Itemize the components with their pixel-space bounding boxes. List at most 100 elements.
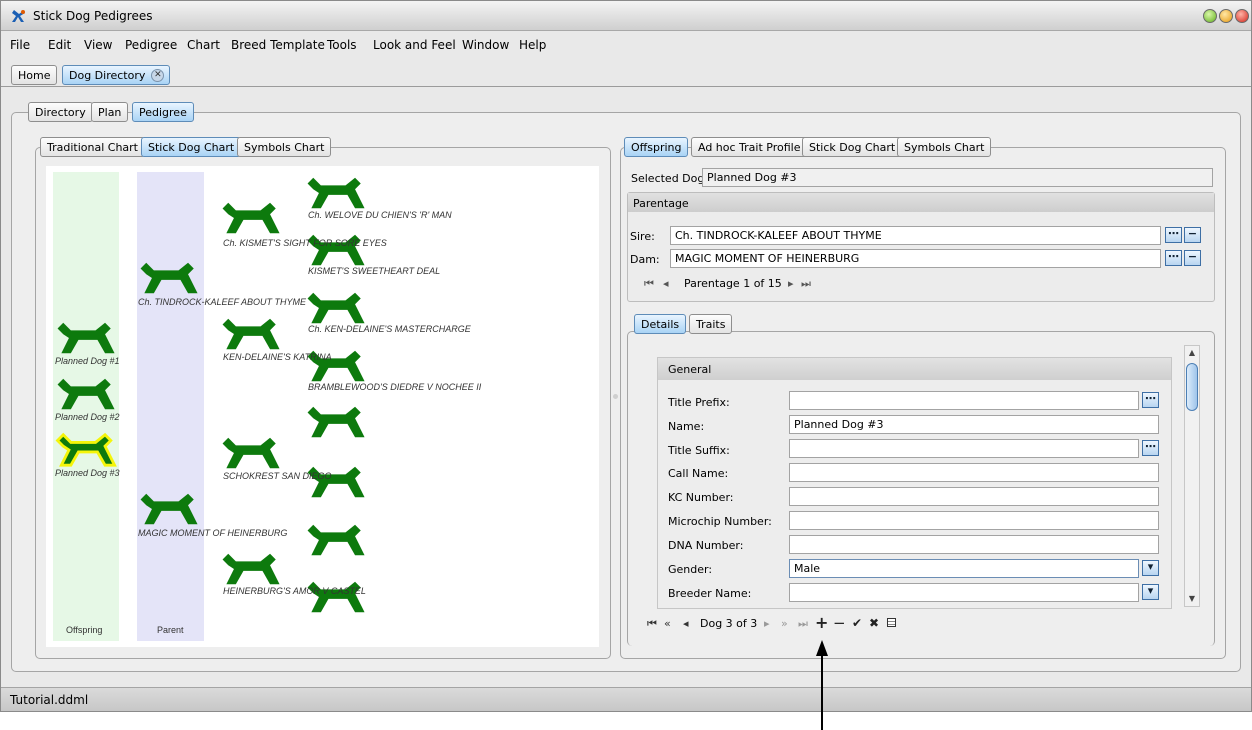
tab-details[interactable]: Details xyxy=(634,314,687,334)
stick-dog-icon[interactable] xyxy=(219,199,285,237)
stick-dog-icon[interactable] xyxy=(219,434,285,472)
stick-dog-icon[interactable] xyxy=(137,259,203,297)
cancel-record-icon[interactable]: ✖ xyxy=(869,616,879,630)
stick-dog-icon[interactable] xyxy=(304,174,370,212)
general-header xyxy=(658,358,1171,380)
menu-file[interactable]: File xyxy=(10,38,30,52)
stick-dog-icon[interactable] xyxy=(304,231,370,269)
parentage-first-icon[interactable]: ⏮ xyxy=(644,277,654,291)
parentage-header xyxy=(628,193,1214,212)
add-record-icon[interactable]: + xyxy=(815,613,828,632)
first-record-icon[interactable]: ⏮ xyxy=(647,617,657,631)
tab-home[interactable]: Home xyxy=(11,65,58,85)
save-record-icon[interactable]: ✔ xyxy=(852,616,862,630)
selected-stick-dog-icon[interactable] xyxy=(54,431,120,469)
prev-record-icon[interactable]: ◂ xyxy=(683,617,689,630)
parent-column xyxy=(137,172,204,641)
title-prefix-field[interactable] xyxy=(789,391,1139,410)
delete-record-icon[interactable]: − xyxy=(833,614,846,632)
last-record-icon[interactable]: ⏭ xyxy=(798,617,808,631)
menu-pedigree[interactable]: Pedigree xyxy=(125,38,177,52)
tab-right-symbols-chart[interactable]: Symbols Chart xyxy=(897,137,992,157)
stick-dog-icon[interactable] xyxy=(304,403,370,441)
grid-view-icon[interactable] xyxy=(887,618,896,627)
app-window: Stick Dog Pedigrees File Edit View Pedig… xyxy=(0,0,1252,712)
call-name-field[interactable] xyxy=(789,463,1159,482)
tab-stick-dog-chart[interactable]: Stick Dog Chart xyxy=(141,137,242,157)
tab-plan[interactable]: Plan xyxy=(91,102,129,122)
maximize-button[interactable] xyxy=(1219,9,1233,23)
sire-field[interactable]: Ch. TINDROCK-KALEEF ABOUT THYME xyxy=(670,226,1161,245)
title-suffix-browse-button[interactable]: ⋯ xyxy=(1142,440,1159,456)
stick-dog-icon[interactable] xyxy=(304,463,370,501)
menu-chart[interactable]: Chart xyxy=(187,38,220,52)
tab-symbols-chart[interactable]: Symbols Chart xyxy=(237,137,332,157)
close-tab-icon[interactable]: ✕ xyxy=(151,69,165,82)
tab-pedigree-label: Pedigree xyxy=(139,106,187,119)
tab-adhoc-trait-profile[interactable]: Ad hoc Trait Profile xyxy=(691,137,808,157)
stick-dog-icon[interactable] xyxy=(54,375,120,413)
scroll-up-icon[interactable]: ▲ xyxy=(1185,346,1199,360)
tab-dog-directory[interactable]: Dog Directory ✕ xyxy=(62,65,171,85)
close-button[interactable] xyxy=(1235,9,1249,23)
next-page-icon[interactable]: » xyxy=(781,617,788,630)
title-prefix-browse-button[interactable]: ⋯ xyxy=(1142,392,1159,408)
dam-field[interactable]: MAGIC MOMENT OF HEINERBURG xyxy=(670,249,1161,268)
menu-window[interactable]: Window xyxy=(462,38,509,52)
parentage-title: Parentage xyxy=(633,197,689,210)
parentage-prev-icon[interactable]: ◂ xyxy=(663,277,669,290)
stick-dog-icon[interactable] xyxy=(137,490,203,528)
stick-dog-chart: Offspring Parent Ch. WELOVE DU CHIEN'S '… xyxy=(46,166,599,647)
stick-dog-icon[interactable] xyxy=(54,319,120,357)
sire-clear-button[interactable]: − xyxy=(1184,227,1201,243)
tab-directory[interactable]: Directory xyxy=(28,102,93,122)
stick-dog-icon[interactable] xyxy=(304,289,370,327)
scrollbar-thumb[interactable] xyxy=(1186,363,1198,411)
breeder-name-dropdown-icon[interactable]: ▾ xyxy=(1142,584,1159,600)
title-suffix-field[interactable] xyxy=(789,439,1139,458)
menu-edit[interactable]: Edit xyxy=(48,38,71,52)
scroll-down-icon[interactable]: ▼ xyxy=(1185,592,1199,606)
prev-page-icon[interactable]: « xyxy=(664,617,671,630)
menu-help[interactable]: Help xyxy=(519,38,546,52)
next-record-icon[interactable]: ▸ xyxy=(764,617,770,630)
tab-offspring[interactable]: Offspring xyxy=(624,137,689,157)
parentage-last-icon[interactable]: ⏭ xyxy=(801,277,811,291)
tab-traits[interactable]: Traits xyxy=(689,314,733,334)
stick-dog-icon[interactable] xyxy=(219,315,285,353)
gender-dropdown-icon[interactable]: ▾ xyxy=(1142,560,1159,576)
tab-pedigree[interactable]: Pedigree xyxy=(132,102,194,122)
stick-dog-icon[interactable] xyxy=(304,578,370,616)
microchip-number-field[interactable] xyxy=(789,511,1159,530)
dam-label: Dam: xyxy=(630,253,660,266)
dam-browse-button[interactable]: ⋯ xyxy=(1165,250,1182,266)
name-field[interactable]: Planned Dog #3 xyxy=(789,415,1159,434)
tab-traditional-chart[interactable]: Traditional Chart xyxy=(40,137,145,157)
stick-dog-icon[interactable] xyxy=(219,550,285,588)
gender-select[interactable]: Male xyxy=(789,559,1139,578)
dam-clear-button[interactable]: − xyxy=(1184,250,1201,266)
gender-label: Gender: xyxy=(668,563,713,576)
breeder-name-label: Breeder Name: xyxy=(668,587,752,600)
menu-tools[interactable]: Tools xyxy=(327,38,357,52)
parentage-next-icon[interactable]: ▸ xyxy=(788,277,794,290)
stick-dog-icon[interactable] xyxy=(304,521,370,559)
sire-browse-button[interactable]: ⋯ xyxy=(1165,227,1182,243)
offspring-column-label: Offspring xyxy=(66,625,103,635)
dog-label: Planned Dog #3 xyxy=(55,468,120,478)
sire-label: Sire: xyxy=(630,230,655,243)
tab-right-stick-dog-chart[interactable]: Stick Dog Chart xyxy=(802,137,903,157)
menu-view[interactable]: View xyxy=(84,38,112,52)
name-label: Name: xyxy=(668,420,705,433)
menu-breed-template[interactable]: Breed Template xyxy=(231,38,325,52)
details-scrollbar[interactable]: ▲ ▼ xyxy=(1184,345,1200,607)
tab-details-label: Details xyxy=(641,318,680,331)
menu-look-and-feel[interactable]: Look and Feel xyxy=(373,38,456,52)
minimize-button[interactable] xyxy=(1203,9,1217,23)
splitter-handle[interactable] xyxy=(613,394,618,399)
dna-number-field[interactable] xyxy=(789,535,1159,554)
dog-label: Ch. WELOVE DU CHIEN'S 'R' MAN xyxy=(308,210,452,220)
kc-number-field[interactable] xyxy=(789,487,1159,506)
breeder-name-select[interactable] xyxy=(789,583,1139,602)
window-title: Stick Dog Pedigrees xyxy=(33,9,153,23)
